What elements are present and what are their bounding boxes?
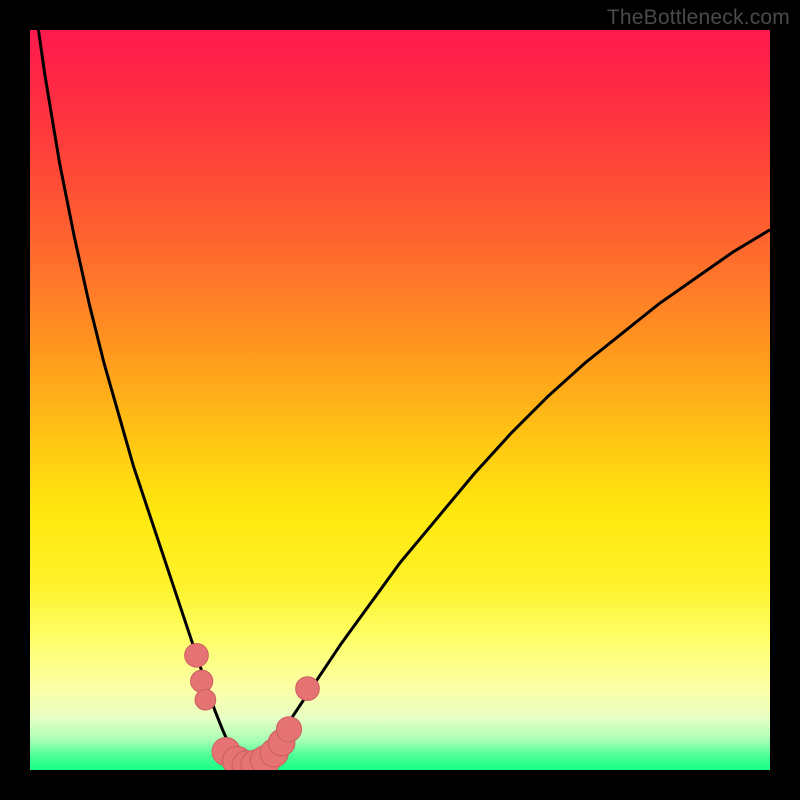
data-marker [276, 717, 301, 742]
data-marker [296, 677, 320, 701]
outer-frame: TheBottleneck.com [0, 0, 800, 800]
bottleneck-curve [30, 30, 770, 769]
chart-svg [30, 30, 770, 770]
data-marker [195, 689, 216, 710]
data-marker [191, 670, 213, 692]
watermark-text: TheBottleneck.com [607, 6, 790, 30]
plot-area [30, 30, 770, 770]
data-marker [185, 643, 209, 667]
